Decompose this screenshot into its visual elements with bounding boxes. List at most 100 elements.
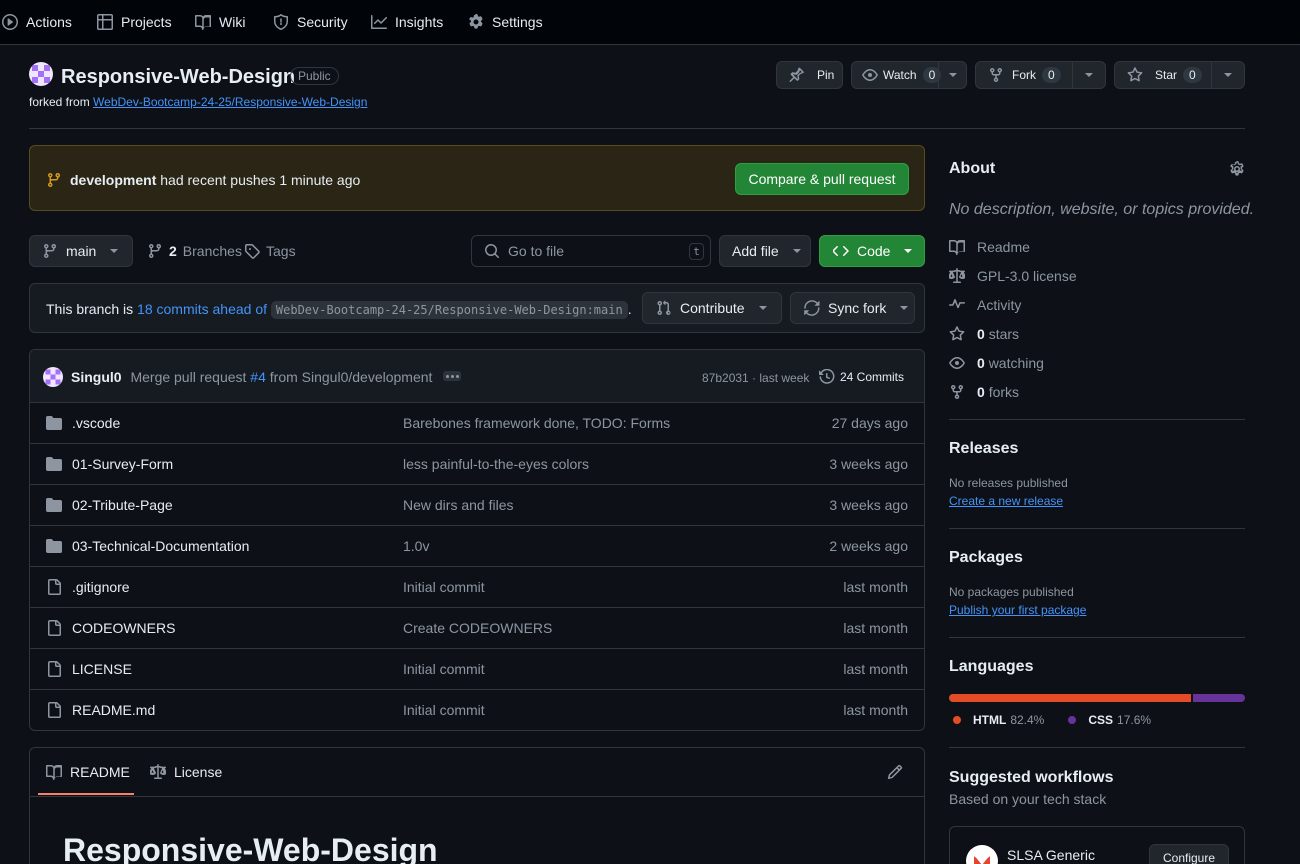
readme-panel: README License Responsive-Web-Design — [29, 747, 925, 864]
stars-count: 0 — [977, 326, 985, 342]
commit-message-suffix[interactable]: from Singul0/development — [270, 369, 433, 385]
file-name[interactable]: .vscode — [72, 415, 120, 431]
forked-from-link[interactable]: WebDev-Bootcamp-24-25/Responsive-Web-Des… — [93, 95, 367, 109]
go-to-file-input[interactable]: Go to file t — [471, 235, 711, 267]
table-row[interactable]: LICENSE Initial commit last month — [30, 649, 924, 690]
releases-title[interactable]: Releases — [949, 440, 1245, 458]
stars-link[interactable]: 0 stars — [949, 326, 1019, 342]
commit-message-prefix[interactable]: Merge pull request — [130, 369, 246, 385]
code-button[interactable]: Code — [819, 235, 925, 267]
nav-actions[interactable]: Actions — [2, 11, 72, 33]
file-name[interactable]: README.md — [72, 702, 155, 718]
table-row[interactable]: CODEOWNERS Create CODEOWNERS last month — [30, 608, 924, 649]
file-name[interactable]: 01-Survey-Form — [72, 456, 173, 472]
star-button[interactable]: Star 0 — [1114, 61, 1245, 89]
file-name[interactable]: LICENSE — [72, 661, 132, 677]
avatar[interactable] — [43, 367, 63, 387]
language-name-html[interactable]: HTML — [973, 713, 1006, 727]
visibility-badge: Public — [290, 67, 339, 85]
forks-count: 0 — [977, 384, 985, 400]
contribute-button[interactable]: Contribute — [642, 292, 782, 324]
compare-pull-request-button[interactable]: Compare & pull request — [735, 163, 909, 195]
fork-button[interactable]: Fork 0 — [975, 61, 1106, 89]
file-name[interactable]: 03-Technical-Documentation — [72, 538, 249, 554]
pushed-branch-name[interactable]: development — [70, 172, 156, 188]
sync-fork-button[interactable]: Sync fork — [790, 292, 915, 324]
tab-readme[interactable]: README — [46, 764, 130, 780]
expand-commit-button[interactable] — [443, 371, 461, 381]
pencil-icon[interactable] — [887, 764, 903, 780]
languages-section: Languages — [949, 658, 1245, 676]
tab-license[interactable]: License — [150, 764, 222, 780]
forks-label: forks — [988, 384, 1020, 400]
branch-select[interactable]: main — [29, 235, 133, 267]
table-row[interactable]: 03-Technical-Documentation 1.0v 2 weeks … — [30, 526, 924, 567]
file-commit-message[interactable]: Initial commit — [403, 579, 485, 595]
folder-icon — [46, 416, 62, 430]
tab-license-label: License — [174, 764, 223, 780]
search-icon — [485, 244, 500, 259]
shortcut-key: t — [689, 243, 704, 260]
configure-button[interactable]: Configure — [1149, 844, 1229, 864]
pull-request-icon — [657, 300, 671, 316]
watching-link[interactable]: 0 watching — [949, 355, 1044, 371]
fork-dropdown[interactable] — [1072, 62, 1105, 88]
ellipsis-icon — [445, 374, 449, 378]
table-row[interactable]: .gitignore Initial commit last month — [30, 567, 924, 608]
readme-link[interactable]: Readme — [949, 239, 1030, 255]
file-commit-message[interactable]: Barebones framework done, TODO: Forms — [403, 415, 670, 431]
file-commit-message[interactable]: Create CODEOWNERS — [403, 620, 552, 636]
star-icon — [1127, 67, 1143, 82]
go-to-file-placeholder: Go to file — [508, 243, 565, 259]
packages-title[interactable]: Packages — [949, 549, 1245, 567]
folder-icon — [46, 539, 62, 553]
file-commit-message[interactable]: Initial commit — [403, 702, 485, 718]
file-icon — [48, 661, 61, 677]
ahead-link[interactable]: 18 commits ahead of — [137, 301, 267, 317]
nav-wiki-label: Wiki — [219, 14, 246, 30]
publish-package-link[interactable]: Publish your first package — [949, 603, 1245, 617]
recent-push-text: development had recent pushes 1 minute a… — [70, 172, 360, 188]
file-name[interactable]: CODEOWNERS — [72, 620, 175, 636]
nav-settings[interactable]: Settings — [468, 11, 543, 33]
avatar[interactable] — [29, 62, 53, 86]
nav-projects[interactable]: Projects — [97, 11, 172, 33]
nav-wiki[interactable]: Wiki — [195, 11, 245, 33]
file-name[interactable]: 02-Tribute-Page — [72, 497, 173, 513]
commit-sha-time[interactable]: 87b2031 · last week — [702, 371, 809, 385]
star-label: Star — [1155, 68, 1178, 82]
table-row[interactable]: .vscode Barebones framework done, TODO: … — [30, 403, 924, 444]
file-commit-message[interactable]: 1.0v — [403, 538, 429, 554]
watch-button[interactable]: Watch 0 — [851, 61, 967, 89]
gear-icon — [469, 14, 483, 29]
packages-section: Packages No packages published Publish y… — [949, 549, 1245, 617]
forks-link[interactable]: 0 forks — [949, 384, 1019, 400]
repo-name-link[interactable]: Responsive-Web-Design — [61, 66, 295, 89]
file-commit-message[interactable]: less painful-to-the-eyes colors — [403, 456, 589, 472]
table-row[interactable]: 01-Survey-Form less painful-to-the-eyes … — [30, 444, 924, 485]
file-commit-message[interactable]: New dirs and files — [403, 497, 514, 513]
activity-link[interactable]: Activity — [949, 297, 1021, 313]
create-release-link[interactable]: Create a new release — [949, 494, 1245, 508]
watch-dropdown[interactable] — [938, 62, 966, 88]
language-name-css[interactable]: CSS — [1088, 713, 1113, 727]
gear-icon[interactable] — [1229, 161, 1245, 177]
file-commit-message[interactable]: Initial commit — [403, 661, 485, 677]
language-dot-html — [953, 716, 961, 724]
nav-security[interactable]: Security — [273, 11, 348, 33]
file-name[interactable]: .gitignore — [72, 579, 130, 595]
license-link[interactable]: GPL-3.0 license — [949, 268, 1077, 284]
table-row[interactable]: 02-Tribute-Page New dirs and files 3 wee… — [30, 485, 924, 526]
commits-link[interactable]: 24 Commits — [819, 369, 904, 385]
star-dropdown[interactable] — [1211, 62, 1244, 88]
commit-pr-link[interactable]: #4 — [250, 369, 266, 385]
branches-link[interactable]: 2 Branches — [147, 243, 242, 259]
nav-insights[interactable]: Insights — [371, 11, 443, 33]
pin-button[interactable]: Pin — [776, 61, 843, 89]
watching-label: watching — [988, 355, 1044, 371]
table-row[interactable]: README.md Initial commit last month — [30, 690, 924, 730]
commit-author[interactable]: Singul0 — [71, 369, 122, 385]
add-file-button[interactable]: Add file — [719, 235, 811, 267]
chevron-down-icon — [1085, 73, 1093, 77]
tags-link[interactable]: Tags — [244, 243, 296, 259]
